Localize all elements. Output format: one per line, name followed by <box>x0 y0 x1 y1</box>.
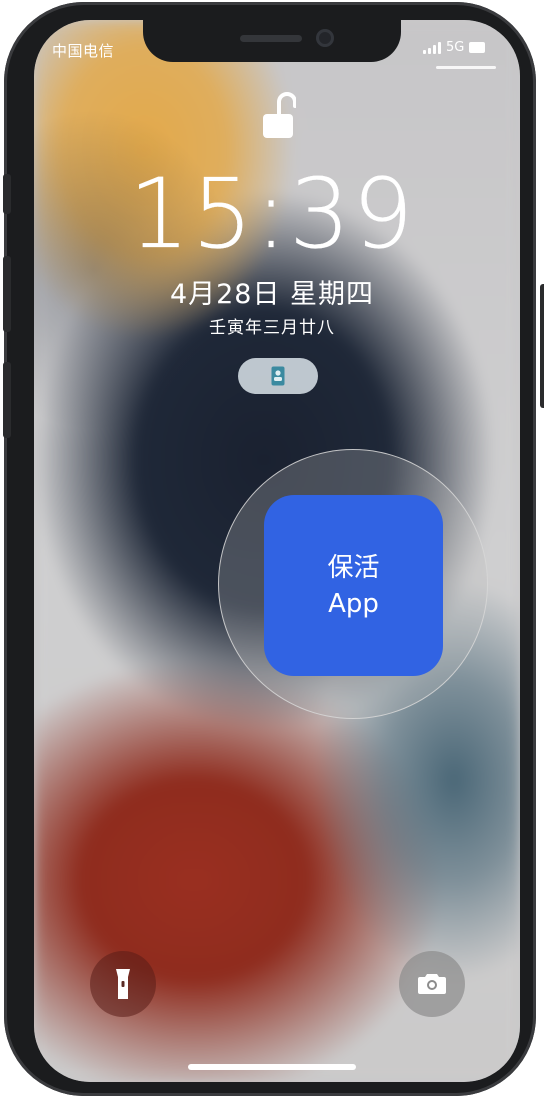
carrier-label: 中国电信 <box>52 42 115 60</box>
camera-button[interactable] <box>399 951 465 1017</box>
flashlight-button[interactable] <box>90 951 156 1017</box>
earpiece-speaker <box>240 35 302 42</box>
network-label: 5G <box>446 40 465 55</box>
camera-icon <box>418 974 446 994</box>
lock-screen-date: 4月28日 星期四 <box>169 279 375 310</box>
app-label-line1: 保活 <box>327 552 380 583</box>
volume-down-button <box>3 362 11 438</box>
battery-icon <box>469 42 486 53</box>
widget-pill[interactable] <box>238 358 318 394</box>
contact-card-icon <box>271 366 285 386</box>
signal-icon <box>423 41 441 54</box>
status-indicators: 5G <box>423 40 486 55</box>
flashlight-icon <box>116 969 130 999</box>
front-camera <box>316 29 334 47</box>
lunar-date: 壬寅年三月廿八 <box>209 318 335 338</box>
keep-alive-app-button[interactable]: 保活 App <box>264 495 443 676</box>
control-center-indicator[interactable] <box>436 66 496 69</box>
home-indicator[interactable] <box>188 1064 356 1070</box>
lock-screen-time: 15:39 <box>128 158 416 270</box>
unlocked-padlock-icon <box>263 92 296 138</box>
app-label-line2: App <box>328 588 379 619</box>
